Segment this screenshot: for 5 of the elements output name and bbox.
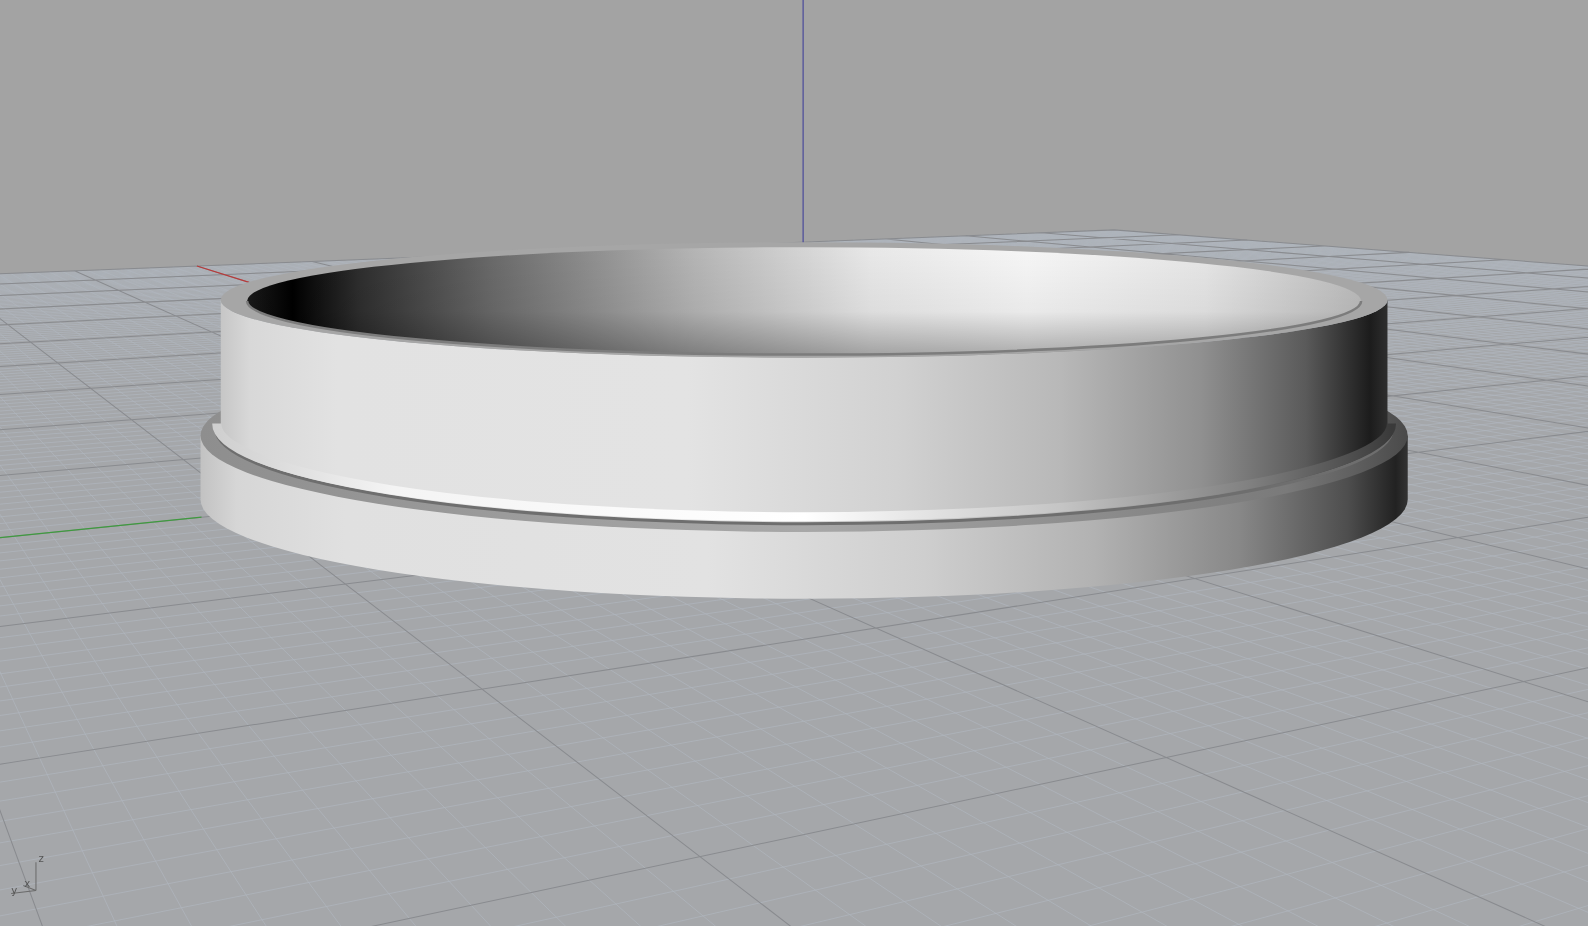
axis-label: z bbox=[38, 853, 44, 865]
axis-label: x bbox=[24, 878, 31, 890]
axis-triad-icon bbox=[10, 861, 37, 895]
axis-label: y bbox=[11, 884, 18, 896]
x-axis-line bbox=[196, 265, 250, 283]
